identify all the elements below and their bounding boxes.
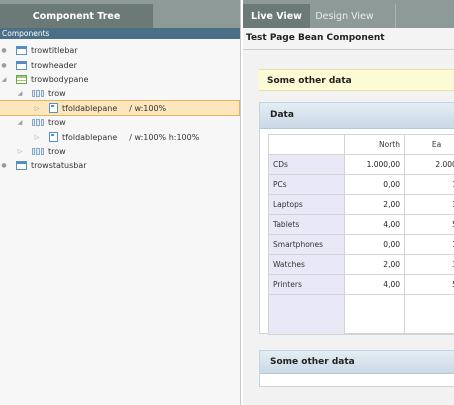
tree-item-label: tfoldablepane — [62, 132, 118, 142]
tree-item-tfoldablepane-selected[interactable]: ▷ tfoldablepane / w:100% — [0, 100, 240, 116]
row-label: Printers — [268, 274, 345, 295]
tree-item-label: trow — [48, 88, 66, 98]
tree-item-trow[interactable]: ◢ trow — [0, 115, 240, 129]
other-data-pane: Some other data — [259, 350, 454, 387]
tree-item-label: trowstatusbar — [31, 160, 87, 170]
cell-north[interactable]: 0,00 — [344, 174, 405, 195]
cell-east[interactable]: 5,0 — [404, 214, 454, 235]
row-icon — [32, 118, 44, 126]
tree-item-trow[interactable]: ▷ trow — [0, 144, 240, 158]
expand-arrow-icon[interactable]: ▷ — [16, 148, 24, 155]
tree-item-label: trowtitlebar — [31, 45, 78, 55]
cell-east[interactable]: 5,0 — [404, 274, 454, 295]
tree-item-label: trow — [48, 117, 66, 127]
expand-arrow-icon[interactable]: ▷ — [33, 105, 41, 112]
column-header-east[interactable]: Ea — [404, 134, 454, 155]
cell-north[interactable]: 4,00 — [344, 274, 405, 295]
table-row: Printers 4,00 5,0 — [268, 274, 454, 295]
cell-north[interactable]: 1.000,00 — [344, 154, 405, 175]
collapse-arrow-icon[interactable]: ◢ — [16, 119, 24, 126]
cell-north[interactable]: 0,00 — [344, 234, 405, 255]
tree-item-attributes: / w:100% — [129, 103, 167, 113]
tab-separator — [395, 4, 396, 28]
tab-component-tree[interactable]: Component Tree — [0, 4, 153, 28]
cell-east[interactable]: 3,0 — [404, 194, 454, 215]
expand-arrow-icon[interactable]: ▷ — [33, 134, 41, 141]
page-icon — [49, 103, 58, 113]
cell-empty — [404, 294, 454, 335]
collapse-arrow-icon[interactable]: ◢ — [16, 90, 24, 97]
row-label: Laptops — [268, 194, 345, 215]
cell-north[interactable]: 2,00 — [344, 194, 405, 215]
column-header-north[interactable]: North — [344, 134, 405, 155]
cell-north[interactable]: 4,00 — [344, 214, 405, 235]
tree-item-trowtitlebar[interactable]: ● trowtitlebar — [0, 43, 240, 57]
page-title: Test Page Bean Component — [243, 28, 454, 50]
table-row: Smartphones 0,00 1,0 — [268, 234, 454, 255]
tab-design-view[interactable]: Design View — [311, 4, 378, 28]
window-icon — [16, 160, 27, 170]
cell-empty — [344, 294, 405, 335]
table-row-empty — [268, 294, 454, 335]
tree-item-label: trowbodypane — [31, 74, 89, 84]
bullet-icon: ● — [1, 46, 7, 54]
pane-icon — [16, 74, 27, 84]
table-row: CDs 1.000,00 2.000,0 — [268, 154, 454, 175]
page-icon — [49, 132, 58, 142]
other-data-banner: Some other data — [259, 69, 454, 91]
components-header: Components — [0, 28, 240, 39]
tree-item-tfoldablepane[interactable]: ▷ tfoldablepane / w:100% h:100% — [0, 130, 240, 144]
window-icon — [16, 45, 27, 55]
component-tree-panel: Component Tree Components ● trowtitlebar… — [0, 0, 241, 405]
tree-item-label: trow — [48, 146, 66, 156]
bullet-icon: ● — [1, 161, 7, 169]
preview-panel: Live View Design View Test Page Bean Com… — [243, 0, 454, 405]
tree-item-attributes: / w:100% h:100% — [129, 132, 200, 142]
window-icon — [16, 60, 27, 70]
row-label: PCs — [268, 174, 345, 195]
tree-item-label: trowheader — [31, 60, 77, 70]
data-table: North Ea CDs 1.000,00 2.000,0 PCs 0,00 1… — [268, 134, 454, 335]
other-data-pane-header[interactable]: Some other data — [260, 351, 454, 374]
cell-east[interactable]: 2.000,0 — [404, 154, 454, 175]
tree-item-label: tfoldablepane — [62, 103, 118, 113]
collapse-arrow-icon[interactable]: ◢ — [0, 76, 8, 83]
data-pane-header[interactable]: Data — [260, 103, 454, 129]
row-label: Watches — [268, 254, 345, 275]
table-row: Laptops 2,00 3,0 — [268, 194, 454, 215]
table-row: PCs 0,00 1,0 — [268, 174, 454, 195]
cell-east[interactable]: 3,0 — [404, 254, 454, 275]
row-label: Tablets — [268, 214, 345, 235]
tree-item-trowstatusbar[interactable]: ● trowstatusbar — [0, 158, 240, 172]
row-label-empty — [268, 294, 345, 335]
row-icon — [32, 89, 44, 97]
cell-east[interactable]: 1,0 — [404, 174, 454, 195]
row-label: CDs — [268, 154, 345, 175]
tree-item-trowheader[interactable]: ● trowheader — [0, 58, 240, 72]
table-header-row: North Ea — [268, 134, 454, 155]
corner-cell — [268, 134, 345, 155]
tree-item-trowbodypane[interactable]: ◢ trowbodypane — [0, 72, 240, 86]
table-row: Tablets 4,00 5,0 — [268, 214, 454, 235]
cell-north[interactable]: 2,00 — [344, 254, 405, 275]
right-tabbar: Live View Design View — [243, 0, 454, 28]
bullet-icon: ● — [1, 61, 7, 69]
left-tabbar: Component Tree — [0, 0, 240, 28]
data-pane: Data North Ea CDs 1.000,00 2.000,0 PCs 0… — [259, 102, 454, 335]
table-row: Watches 2,00 3,0 — [268, 254, 454, 275]
cell-east[interactable]: 1,0 — [404, 234, 454, 255]
row-label: Smartphones — [268, 234, 345, 255]
tab-live-view[interactable]: Live View — [243, 4, 310, 28]
row-icon — [32, 147, 44, 155]
tree-item-trow[interactable]: ◢ trow — [0, 86, 240, 100]
